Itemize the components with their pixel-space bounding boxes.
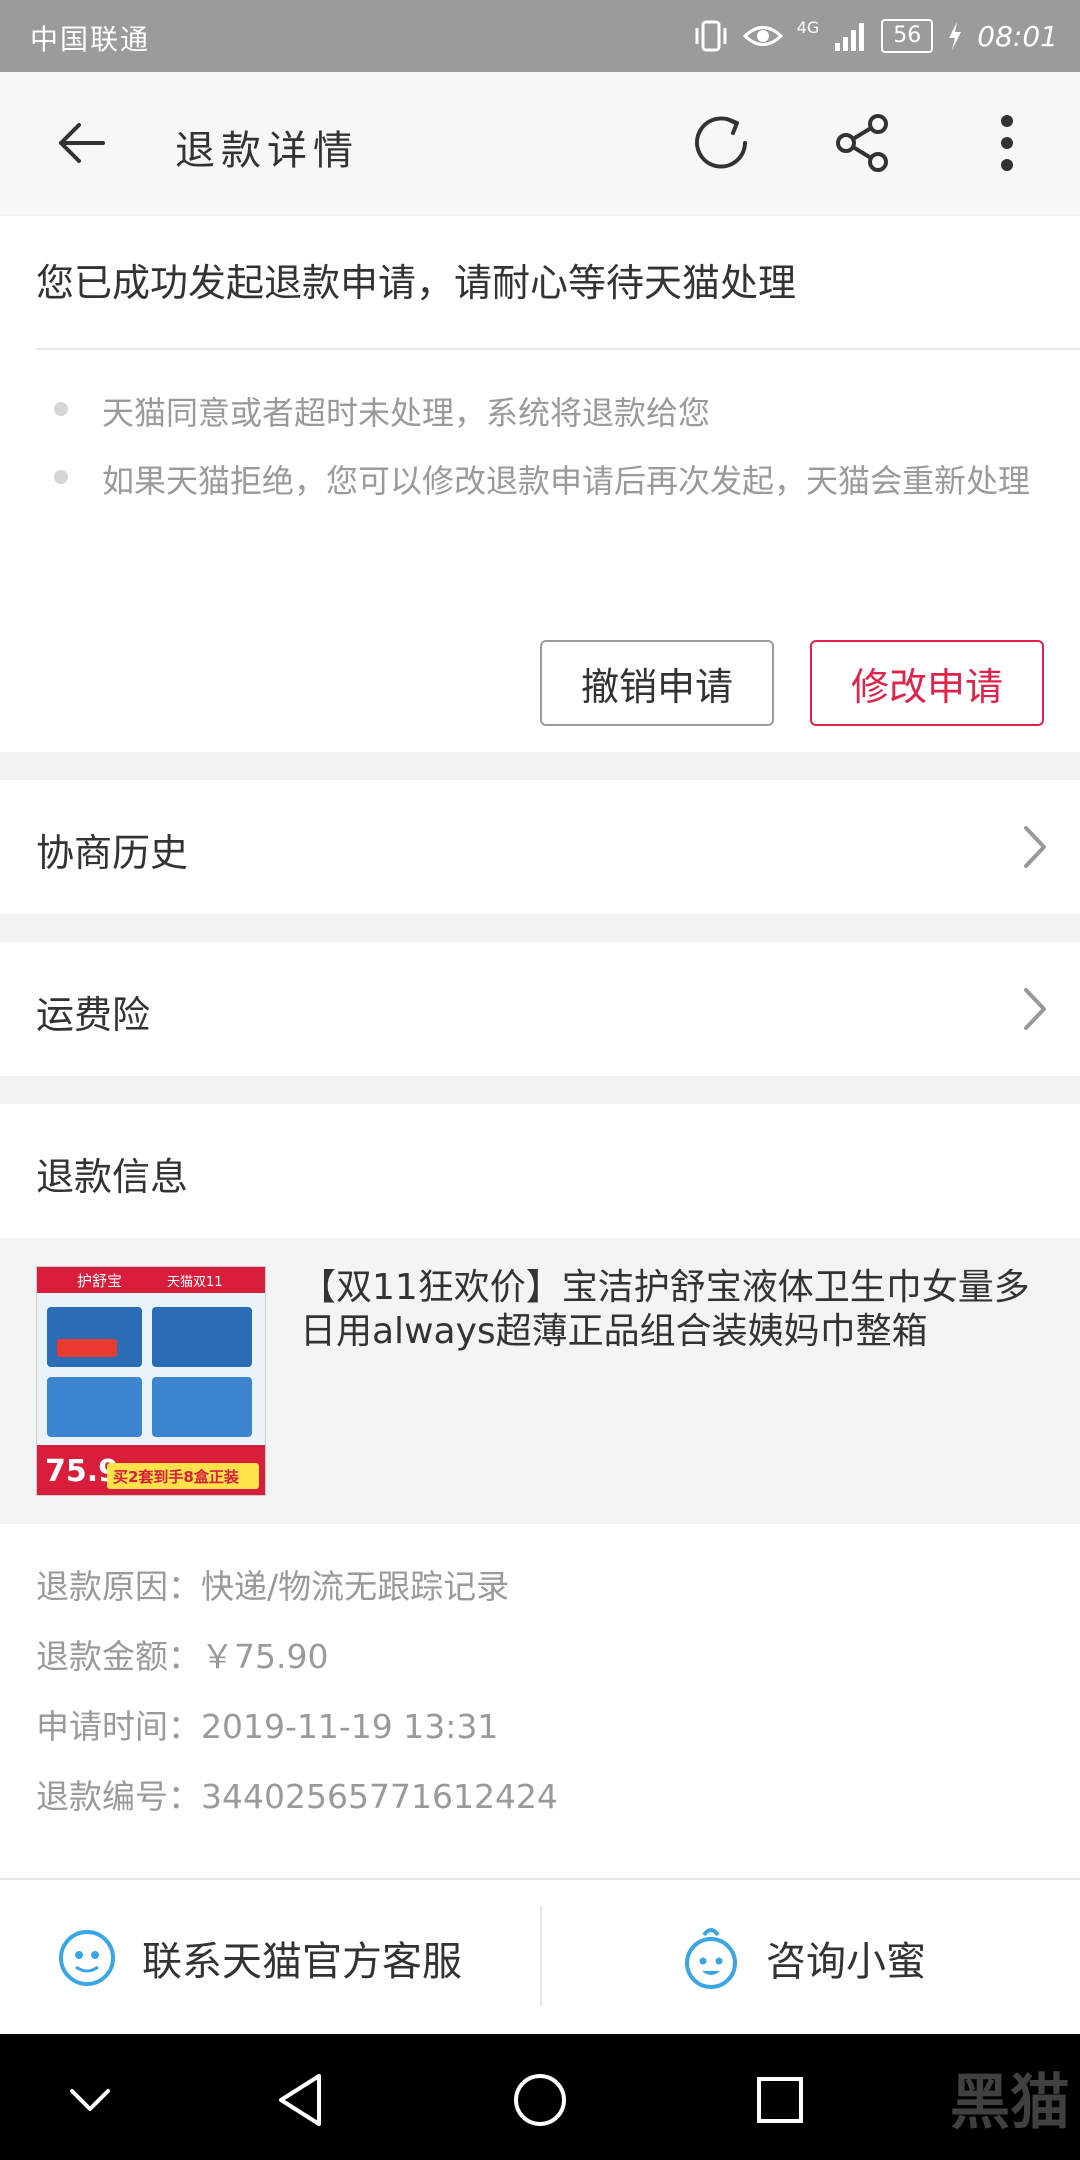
history-label: 协商历史: [36, 831, 189, 875]
status-bar: 中国联通 4G 56 08:01: [0, 0, 1080, 72]
share-icon: [836, 114, 888, 172]
charging-icon: [949, 22, 962, 50]
customer-service-icon: [59, 1930, 115, 1986]
refund-amount: 退款金额：￥75.90: [36, 1637, 329, 1676]
product-title: 【双11狂欢价】宝洁护舒宝液体卫生巾女量多日用always超薄正品组合装姨妈巾整…: [300, 1267, 1030, 1352]
battery-icon: 56: [881, 19, 934, 53]
vibrate-icon: [695, 20, 727, 52]
divider: [540, 1906, 542, 2006]
chevron-down-icon: [70, 2089, 110, 2111]
more-button[interactable]: [972, 108, 1042, 178]
notice-bullet-1: 天猫同意或者超时未处理，系统将退款给您: [102, 394, 711, 432]
nav-back-button[interactable]: [260, 2060, 340, 2140]
status-icons: 4G 56 08:01: [693, 14, 1058, 58]
circle-home-icon: [514, 2074, 566, 2126]
refund-status-card: 您已成功发起退款申请，请耐心等待天猫处理 天猫同意或者超时未处理，系统将退款给您…: [0, 216, 1080, 752]
square-recents-icon: [757, 2077, 803, 2123]
apply-time: 申请时间：2019-11-19 13:31: [36, 1707, 499, 1746]
clock: 08:01: [977, 19, 1058, 53]
status-headline: 您已成功发起退款申请，请耐心等待天猫处理: [36, 261, 797, 305]
notice-bullet-2: 如果天猫拒绝，您可以修改退款申请后再次发起，天猫会重新处理: [102, 462, 1031, 500]
product-image: 护舒宝 天猫双11 75.9 买2套到手8盒正装: [36, 1266, 266, 1496]
product-brand: 护舒宝: [77, 1272, 122, 1290]
refund-id: 退款编号：34402565771612424: [36, 1777, 558, 1816]
shipping-insurance-row[interactable]: 运费险: [0, 942, 1080, 1076]
eye-icon: [742, 26, 783, 46]
back-button[interactable]: [46, 108, 116, 178]
product-badge: 天猫双11: [167, 1275, 223, 1290]
product-promo: 买2套到手8盒正装: [113, 1468, 240, 1486]
watermark: 黑猫: [950, 2067, 1070, 2138]
carrier-name: 中国联通: [30, 23, 151, 56]
divider: [36, 348, 1080, 350]
modify-request-button[interactable]: 修改申请: [810, 640, 1044, 726]
page-title: 退款详情: [175, 128, 359, 174]
triangle-back-icon: [279, 2074, 321, 2126]
refund-info-section: 退款信息 护舒宝 天猫双11 75.9 买2套到手8盒正装 【双11狂欢价】宝洁…: [0, 1104, 1080, 1878]
bullet-dot: [54, 470, 68, 484]
share-button[interactable]: [828, 108, 898, 178]
history-row[interactable]: 协商历史: [0, 780, 1080, 914]
assistant-baby-icon: [685, 1928, 737, 1989]
back-arrow-icon: [59, 123, 105, 163]
bottom-action-bar: 联系天猫官方客服 咨询小蜜: [0, 1878, 1080, 2036]
ask-assistant-label: 咨询小蜜: [766, 1939, 926, 1985]
contact-service-label: 联系天猫官方客服: [142, 1939, 462, 1985]
signal-icon: [835, 23, 865, 51]
shipping-insurance-label: 运费险: [36, 993, 151, 1037]
cancel-request-button[interactable]: 撤销申请: [540, 640, 774, 726]
product-item[interactable]: 护舒宝 天猫双11 75.9 买2套到手8盒正装 【双11狂欢价】宝洁护舒宝液体…: [0, 1238, 1080, 1524]
hide-keyboard-button[interactable]: [50, 2060, 130, 2140]
refresh-button[interactable]: [686, 108, 756, 178]
chevron-right-icon: [1024, 988, 1046, 1030]
refund-reason: 退款原因：快递/物流无跟踪记录: [36, 1567, 510, 1606]
more-vertical-icon: [1001, 115, 1013, 171]
nav-home-button[interactable]: [500, 2060, 580, 2140]
ask-assistant-button[interactable]: 咨询小蜜: [680, 1880, 926, 2036]
refresh-icon: [695, 116, 747, 169]
nav-recents-button[interactable]: [740, 2060, 820, 2140]
network-type: 4G: [796, 18, 820, 37]
section-title: 退款信息: [36, 1155, 189, 1199]
contact-service-button[interactable]: 联系天猫官方客服: [56, 1880, 462, 2036]
bullet-dot: [54, 402, 68, 416]
chevron-right-icon: [1024, 826, 1046, 868]
app-header: 退款详情: [0, 72, 1080, 214]
